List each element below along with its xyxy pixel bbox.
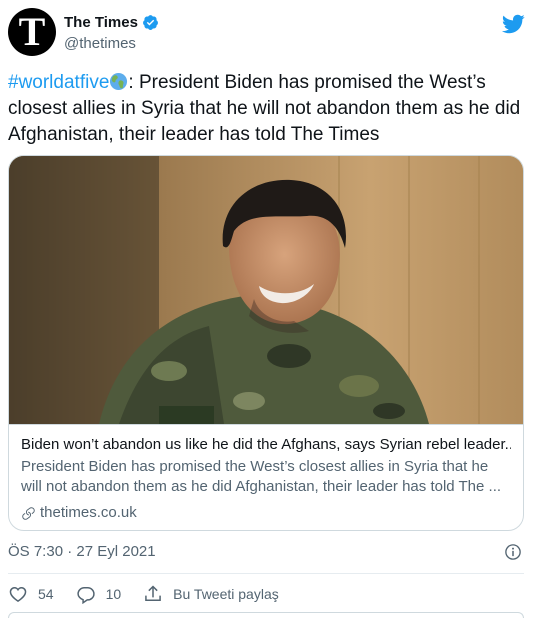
reply-icon <box>76 587 95 604</box>
card-domain[interactable]: thetimes.co.uk <box>21 503 511 523</box>
tweet-text: #worldatfive: President Biden has promis… <box>8 70 528 148</box>
card-description: President Biden has promised the West’s … <box>21 458 502 495</box>
divider <box>8 573 524 574</box>
like-count: 54 <box>38 586 54 602</box>
twitter-bird-icon[interactable] <box>501 12 525 36</box>
share-button[interactable]: Bu Tweeti paylaş <box>143 584 279 604</box>
display-name[interactable]: The Times <box>64 14 138 31</box>
heart-icon <box>9 586 27 602</box>
card-title[interactable]: Biden won’t abandon us like he did the A… <box>21 435 511 455</box>
link-card[interactable]: Biden won’t abandon us like he did the A… <box>8 155 524 531</box>
card-body[interactable]: Biden won’t abandon us like he did the A… <box>9 424 523 530</box>
card-domain-text[interactable]: thetimes.co.uk <box>40 503 137 523</box>
link-icon <box>22 506 35 520</box>
like-button[interactable]: 54 <box>8 584 54 604</box>
card-image[interactable] <box>9 156 523 424</box>
timestamp[interactable]: ÖS 7:30 · 27 Eyl 2021 <box>8 543 156 560</box>
globe-emoji-icon <box>110 72 128 91</box>
handle[interactable]: @thetimes <box>64 35 159 52</box>
tweet-header: T The Times @thetimes <box>8 8 527 56</box>
next-section-edge <box>8 612 524 618</box>
share-icon <box>145 585 161 601</box>
tweet-meta: ÖS 7:30 · 27 Eyl 2021 <box>8 543 524 563</box>
hashtag-link[interactable]: #worldatfive <box>8 72 109 93</box>
author-names: The Times @thetimes <box>64 14 159 52</box>
display-name-row[interactable]: The Times <box>64 14 159 31</box>
action-bar: 54 10 Bu Tweeti paylaş <box>8 582 524 606</box>
info-icon[interactable] <box>504 543 522 561</box>
verified-badge-icon <box>142 15 158 30</box>
reply-count: 10 <box>105 586 122 602</box>
reply-button[interactable]: 10 <box>76 584 122 604</box>
share-label: Bu Tweeti paylaş <box>173 586 279 602</box>
card-photo <box>9 156 523 424</box>
avatar[interactable]: T <box>8 8 56 56</box>
